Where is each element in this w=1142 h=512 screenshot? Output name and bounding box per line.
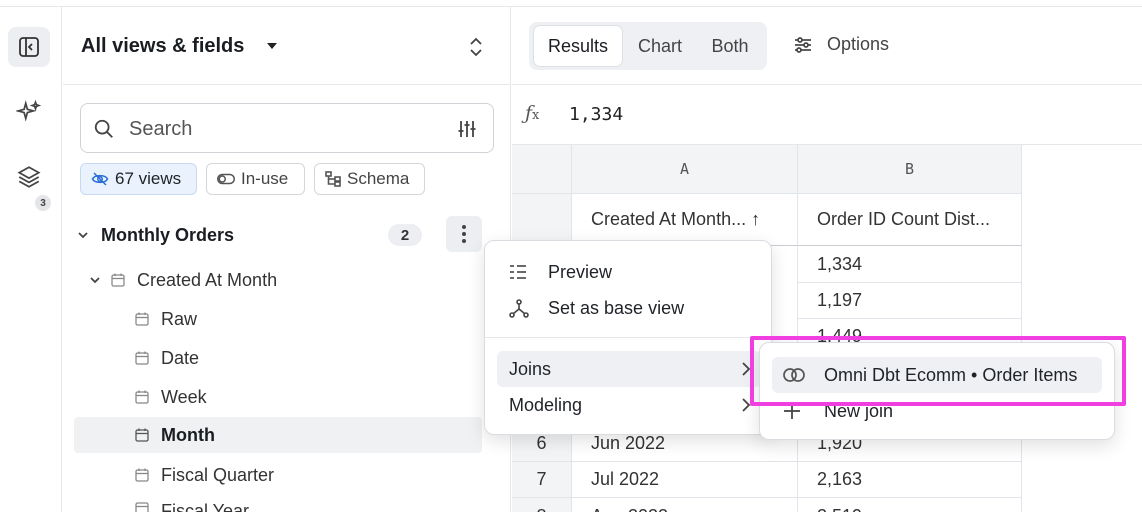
field-item[interactable]: Fiscal Year <box>135 493 435 512</box>
field-label: Month <box>161 424 215 445</box>
inuse-filter-chip[interactable]: In-use <box>206 163 305 195</box>
tab-both[interactable]: Both <box>698 26 762 66</box>
toggle-sidebar-button[interactable] <box>8 27 50 67</box>
topic-monthly-orders[interactable]: Monthly Orders <box>77 217 377 253</box>
table-cell[interactable]: 1,334 <box>798 246 1022 283</box>
menu-item-preview[interactable]: Preview <box>497 254 761 290</box>
annotation-highlight <box>750 336 1126 406</box>
calendar-icon <box>135 312 149 326</box>
layers-button[interactable] <box>8 157 50 197</box>
field-item[interactable]: Date <box>135 340 435 376</box>
views-chip-label: 67 views <box>115 169 182 188</box>
table-cell[interactable]: 2,519 <box>798 498 1022 512</box>
menu-divider <box>485 337 771 338</box>
function-icon: ƒx <box>525 102 540 124</box>
column-header-b[interactable]: Order ID Count Dist... <box>798 194 1022 246</box>
table-cell[interactable]: Jul 2022 <box>572 462 798 498</box>
eye-off-icon <box>91 172 109 186</box>
field-label: Fiscal Quarter <box>161 464 275 485</box>
calendar-icon <box>135 351 149 365</box>
tab-chart[interactable]: Chart <box>624 26 696 66</box>
schema-chip-label: Schema <box>347 169 410 188</box>
chevron-down-icon <box>78 232 88 239</box>
branch-icon <box>509 299 529 318</box>
topic-label: Monthly Orders <box>101 224 235 245</box>
menu-item-modeling[interactable]: Modeling <box>497 387 761 423</box>
row-index <box>512 194 572 246</box>
toggle-icon <box>217 173 235 185</box>
menu-label: Set as base view <box>548 297 685 318</box>
left-rail: 3 <box>0 7 62 512</box>
panel-header: All views & fields <box>63 7 511 85</box>
row-index: 8 <box>512 498 572 512</box>
formula-value[interactable]: 1,334 <box>569 104 623 125</box>
menu-item-set-base-view[interactable]: Set as base view <box>497 290 761 326</box>
topic-count-badge: 2 <box>388 224 422 246</box>
column-letter-b[interactable]: B <box>798 145 1022 194</box>
tab-results[interactable]: Results <box>534 26 622 66</box>
field-label: Date <box>161 347 200 368</box>
schema-filter-chip[interactable]: Schema <box>314 163 425 195</box>
table-cell[interactable]: 1,197 <box>798 283 1022 319</box>
calendar-icon <box>135 428 149 442</box>
views-filter-chip[interactable]: 67 views <box>80 163 197 195</box>
layers-count-badge: 3 <box>35 195 51 211</box>
corner-cell <box>512 145 572 194</box>
more-options-button[interactable] <box>446 216 482 252</box>
menu-item-joins[interactable]: Joins <box>497 351 761 387</box>
header-divider <box>512 84 1142 85</box>
inuse-chip-label: In-use <box>241 169 289 188</box>
expand-collapse-icon[interactable] <box>467 35 485 59</box>
field-label: Week <box>161 386 207 407</box>
row-index: 7 <box>512 462 572 498</box>
context-menu: Preview Set as base view Joins Modeling <box>484 240 772 435</box>
column-header-a[interactable]: Created At Month... ↑ <box>572 194 798 246</box>
kebab-icon <box>462 225 466 243</box>
group-created-at-month[interactable]: Created At Month <box>89 262 389 298</box>
layers-icon <box>17 166 41 188</box>
schema-icon <box>325 171 341 187</box>
field-label: Raw <box>161 308 198 329</box>
ai-assistant-button[interactable] <box>8 92 50 132</box>
calendar-icon <box>135 390 149 404</box>
filter-settings-icon[interactable] <box>457 119 477 139</box>
search-box <box>80 103 494 153</box>
view-mode-toggle: Results Chart Both <box>529 22 767 70</box>
calendar-icon <box>135 502 149 512</box>
chevron-down-icon <box>90 277 100 284</box>
list-icon <box>510 265 526 279</box>
sparkle-icon <box>16 99 42 122</box>
table-cell[interactable]: 2,163 <box>798 462 1022 498</box>
column-letter-a[interactable]: A <box>572 145 798 194</box>
field-item[interactable]: Week <box>135 379 435 415</box>
table-cell[interactable]: Aug 2022 <box>572 498 798 512</box>
field-label: Fiscal Year <box>161 501 250 512</box>
calendar-icon <box>135 468 149 482</box>
search-input[interactable] <box>129 116 449 142</box>
field-item[interactable]: Raw <box>135 301 435 337</box>
field-item[interactable]: Fiscal Quarter <box>135 457 435 493</box>
group-label: Created At Month <box>137 269 278 290</box>
search-icon <box>94 119 113 138</box>
menu-label: Joins <box>509 358 552 379</box>
field-item-selected[interactable]: Month <box>74 417 482 453</box>
sliders-icon <box>795 36 811 53</box>
menu-label: Modeling <box>509 394 583 415</box>
caret-down-icon[interactable] <box>267 43 277 49</box>
options-button[interactable]: Options <box>793 34 889 55</box>
view-selector[interactable]: All views & fields <box>81 35 244 58</box>
options-label: Options <box>827 34 890 54</box>
calendar-icon <box>111 273 125 287</box>
fields-panel: All views & fields 67 views In-use Schem… <box>63 7 511 512</box>
menu-label: Preview <box>548 261 613 282</box>
sidebar-toggle-icon <box>19 37 39 57</box>
